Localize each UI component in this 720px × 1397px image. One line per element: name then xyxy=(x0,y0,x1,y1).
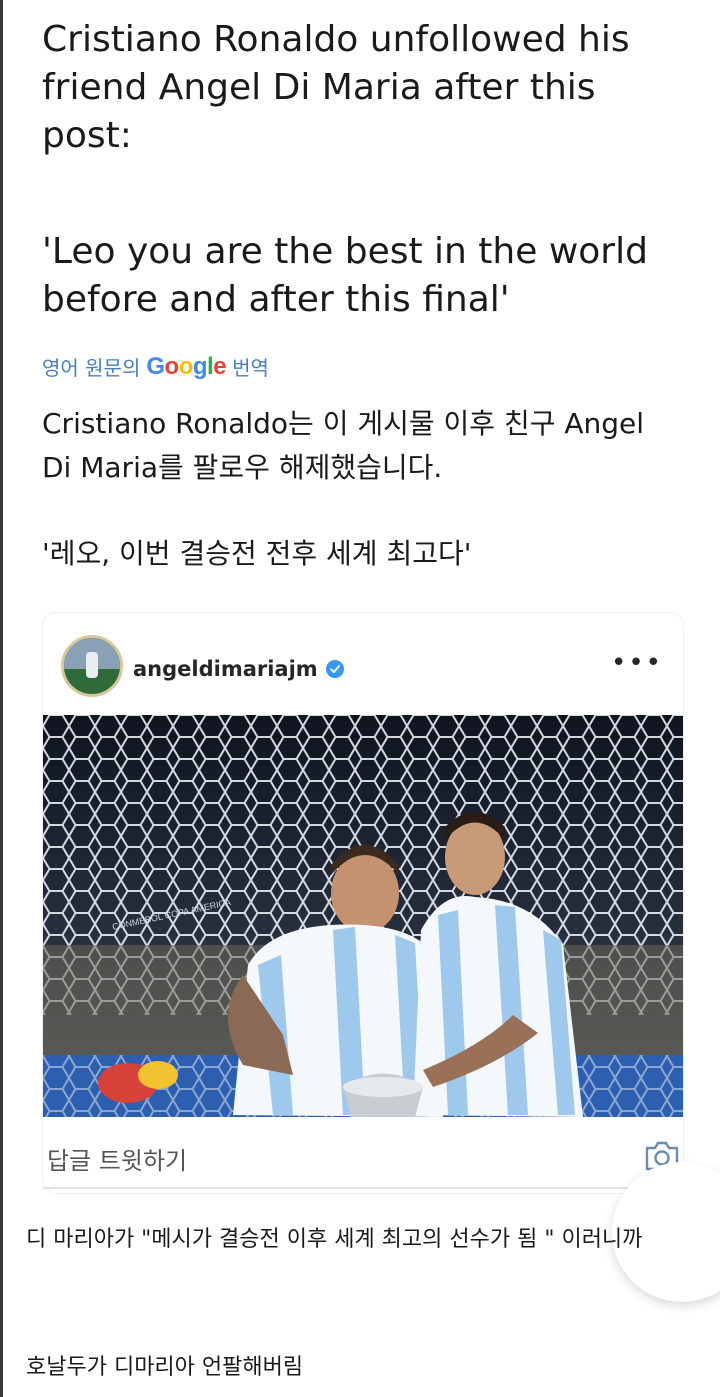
translate-suffix: 번역 xyxy=(232,356,269,380)
tweet-text-main: Cristiano Ronaldo unfollowed his friend … xyxy=(42,19,630,156)
left-frame-border xyxy=(0,0,3,1397)
more-options-icon[interactable]: ••• xyxy=(611,650,663,676)
post-author[interactable]: angeldimariajm xyxy=(133,657,344,681)
translate-link[interactable]: 영어 원문의 Google 번역 xyxy=(42,352,269,381)
avatar[interactable] xyxy=(61,635,123,697)
instagram-embed-card[interactable]: angeldimariajm ••• ia xyxy=(42,612,684,1194)
instagram-post-header: angeldimariajm ••• xyxy=(43,613,683,715)
google-logo: Google xyxy=(146,352,227,380)
translated-text-quote: '레오, 이번 결승전 전후 세계 최고다' xyxy=(42,537,472,570)
username-label: angeldimariajm xyxy=(133,657,318,681)
tweet-text-quote: 'Leo you are the best in the world befor… xyxy=(42,231,648,320)
comment-text-2: 호날두가 디마리아 언팔해버림 xyxy=(26,1355,304,1380)
reply-row: 답글 트윗하기 xyxy=(43,1117,683,1189)
post-photo[interactable]: iaac CONMEBOL COPA AMERICA xyxy=(43,715,683,1117)
reply-tweet-button[interactable]: 답글 트윗하기 xyxy=(47,1141,187,1176)
verified-badge-icon xyxy=(325,660,344,678)
translate-prefix: 영어 원문의 xyxy=(42,356,141,380)
translated-text-main: Cristiano Ronaldo는 이 게시물 이후 친구 Angel Di … xyxy=(42,407,645,484)
comment-text-1: 디 마리아가 "메시가 결승전 이후 세계 최고의 선수가 됨 " 이러니까 xyxy=(26,1227,643,1252)
